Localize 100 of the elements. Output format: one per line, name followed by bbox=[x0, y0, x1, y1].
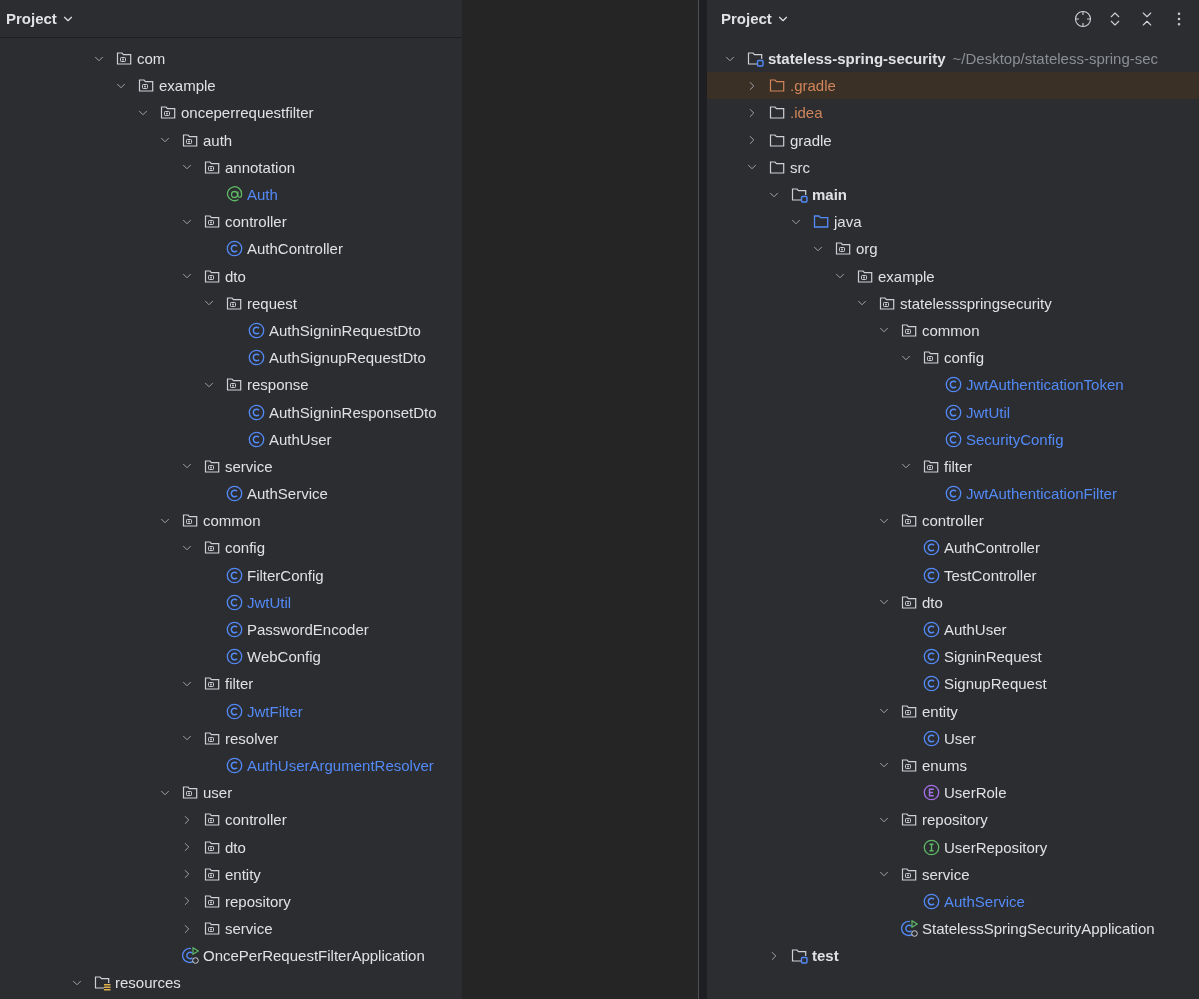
item-name: UserRepository bbox=[944, 838, 1048, 856]
class-icon bbox=[923, 892, 940, 910]
tree-row[interactable]: com bbox=[0, 45, 462, 73]
tree-row[interactable]: UserRole bbox=[707, 779, 1199, 807]
class-icon bbox=[923, 675, 940, 693]
tree-row[interactable]: enums bbox=[707, 751, 1199, 780]
item-name: service bbox=[225, 920, 273, 938]
annotation-icon bbox=[226, 186, 243, 204]
tree-row[interactable]: response bbox=[0, 371, 462, 399]
tree-row[interactable]: entity bbox=[707, 697, 1199, 725]
tree-row[interactable]: SigninRequest bbox=[707, 643, 1199, 671]
item-name: statelessspringsecurity bbox=[900, 294, 1052, 312]
project-view-dropdown[interactable]: Project bbox=[6, 10, 75, 27]
item-name: example bbox=[878, 267, 935, 285]
tree-row[interactable]: AuthService bbox=[0, 480, 462, 508]
class-icon bbox=[945, 403, 962, 421]
tree-row[interactable]: JwtAuthenticationFilter bbox=[707, 480, 1199, 508]
tree-row[interactable]: statelessspringsecurity bbox=[707, 289, 1199, 317]
tree-row[interactable]: request bbox=[0, 289, 462, 317]
tree-row[interactable]: SignupRequest bbox=[707, 670, 1199, 698]
tree-row[interactable]: FilterConfig bbox=[0, 561, 462, 589]
tree-row[interactable]: src bbox=[707, 153, 1199, 181]
tree-row[interactable]: filter bbox=[707, 452, 1199, 480]
tree-row[interactable]: java bbox=[707, 208, 1199, 236]
tree-row[interactable]: SecurityConfig bbox=[707, 425, 1199, 453]
item-name: config bbox=[944, 349, 985, 367]
package-folder-icon bbox=[204, 892, 221, 910]
tree-row[interactable]: JwtUtil bbox=[0, 588, 462, 616]
tree-row[interactable]: dto bbox=[0, 262, 462, 290]
item-name: repository bbox=[225, 892, 291, 910]
tree-row[interactable]: service bbox=[0, 915, 462, 943]
tree-row[interactable]: service bbox=[0, 452, 462, 480]
tree-row[interactable]: AuthController bbox=[707, 534, 1199, 562]
tree-row[interactable]: org bbox=[707, 235, 1199, 263]
tree-row[interactable]: JwtUtil bbox=[707, 398, 1199, 426]
tree-row[interactable]: dto bbox=[707, 588, 1199, 616]
tree-row[interactable]: annotation bbox=[0, 153, 462, 181]
tree-row[interactable]: JwtAuthenticationToken bbox=[707, 371, 1199, 399]
tree-row[interactable]: OncePerRequestFilterApplication bbox=[0, 942, 462, 970]
crosshair-icon[interactable] bbox=[1073, 8, 1093, 29]
tree-row[interactable]: service bbox=[707, 860, 1199, 888]
tree-row[interactable]: AuthController bbox=[0, 235, 462, 263]
item-name: dto bbox=[225, 267, 246, 285]
item-name: entity bbox=[922, 702, 958, 720]
tree-row[interactable]: gradle bbox=[707, 126, 1199, 154]
tree-row[interactable]: AuthUser bbox=[707, 615, 1199, 644]
tree-row[interactable]: Auth bbox=[0, 180, 462, 209]
tree-row[interactable]: example bbox=[0, 72, 462, 100]
tree-row[interactable]: onceperrequestfilter bbox=[0, 99, 462, 127]
tree-row[interactable]: test bbox=[707, 942, 1199, 970]
class-icon bbox=[226, 485, 243, 503]
tree-row[interactable]: UserRepository bbox=[707, 833, 1199, 861]
tree-row[interactable]: TestController bbox=[707, 561, 1199, 589]
tree-row[interactable]: JwtFilter bbox=[0, 697, 462, 725]
item-name: java bbox=[834, 213, 862, 231]
tree-row[interactable]: repository bbox=[707, 806, 1199, 834]
tree-row[interactable]: AuthUser bbox=[0, 425, 462, 453]
tree-row[interactable]: WebConfig bbox=[0, 643, 462, 671]
tree-row[interactable]: auth bbox=[0, 126, 462, 154]
item-name: auth bbox=[203, 131, 233, 149]
tree-row[interactable]: PasswordEncoder bbox=[0, 615, 462, 644]
class-icon bbox=[226, 621, 243, 639]
tree-row[interactable]: main bbox=[707, 180, 1199, 209]
tree-row[interactable]: controller bbox=[0, 806, 462, 834]
project-view-dropdown[interactable]: Project bbox=[721, 10, 790, 27]
tree-row[interactable]: AuthSigninResponsetDto bbox=[0, 398, 462, 426]
tree-row[interactable]: resources bbox=[0, 969, 462, 997]
tree-row[interactable]: user bbox=[0, 779, 462, 807]
item-name: .gradle bbox=[790, 77, 836, 95]
item-name: AuthUser bbox=[269, 430, 332, 448]
tree-row[interactable]: AuthSigninRequestDto bbox=[0, 316, 462, 345]
tree-row[interactable]: common bbox=[0, 507, 462, 535]
package-folder-icon bbox=[901, 811, 918, 829]
tree-row[interactable]: repository bbox=[0, 887, 462, 915]
tree-row[interactable]: AuthService bbox=[707, 887, 1199, 915]
package-folder-icon bbox=[182, 131, 199, 149]
tree-row[interactable]: filter bbox=[0, 670, 462, 698]
class-icon bbox=[226, 756, 243, 774]
item-name: org bbox=[856, 240, 878, 258]
tree-row[interactable]: AuthUserArgumentResolver bbox=[0, 751, 462, 780]
tree-row[interactable]: config bbox=[0, 534, 462, 562]
tree-row[interactable]: config bbox=[707, 344, 1199, 372]
tree-row[interactable]: StatelessSpringSecurityApplication bbox=[707, 915, 1199, 943]
tree-row[interactable]: dto bbox=[0, 833, 462, 861]
tree-row[interactable]: resolver bbox=[0, 724, 462, 752]
tree-row[interactable]: common bbox=[707, 316, 1199, 345]
tree-row[interactable]: stateless-spring-security ~/Desktop/stateless-spring-sec bbox=[707, 45, 1199, 73]
tree-row[interactable]: .gradle bbox=[707, 72, 1199, 100]
package-folder-icon bbox=[901, 512, 918, 530]
item-name: controller bbox=[225, 213, 287, 231]
tree-row[interactable]: AuthSignupRequestDto bbox=[0, 344, 462, 372]
tree-row[interactable]: entity bbox=[0, 860, 462, 888]
tree-row[interactable]: example bbox=[707, 262, 1199, 290]
item-name: entity bbox=[225, 865, 261, 883]
tree-row[interactable]: controller bbox=[0, 208, 462, 236]
tree-row[interactable]: controller bbox=[707, 507, 1199, 535]
tree-row[interactable]: .idea bbox=[707, 99, 1199, 127]
tree-row[interactable]: User bbox=[707, 724, 1199, 752]
item-name: dto bbox=[922, 593, 943, 611]
item-name: AuthUser bbox=[944, 621, 1007, 639]
